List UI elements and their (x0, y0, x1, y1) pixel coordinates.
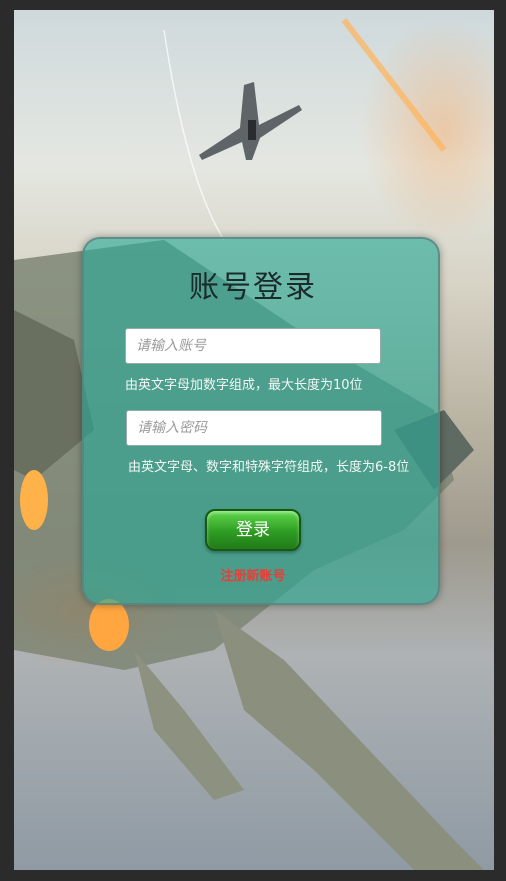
page-title: 账号登录 (189, 270, 317, 305)
register-link[interactable]: 注册新账号 (0, 565, 506, 584)
account-input[interactable] (125, 328, 381, 364)
password-hint: 由英文字母、数字和特殊字符组成，长度为6-8位 (128, 460, 410, 475)
distant-jet-illustration (199, 82, 302, 160)
password-input[interactable] (126, 410, 382, 446)
login-button[interactable]: 登录 (205, 509, 301, 551)
account-hint: 由英文字母加数字组成，最大长度为10位 (125, 378, 363, 393)
